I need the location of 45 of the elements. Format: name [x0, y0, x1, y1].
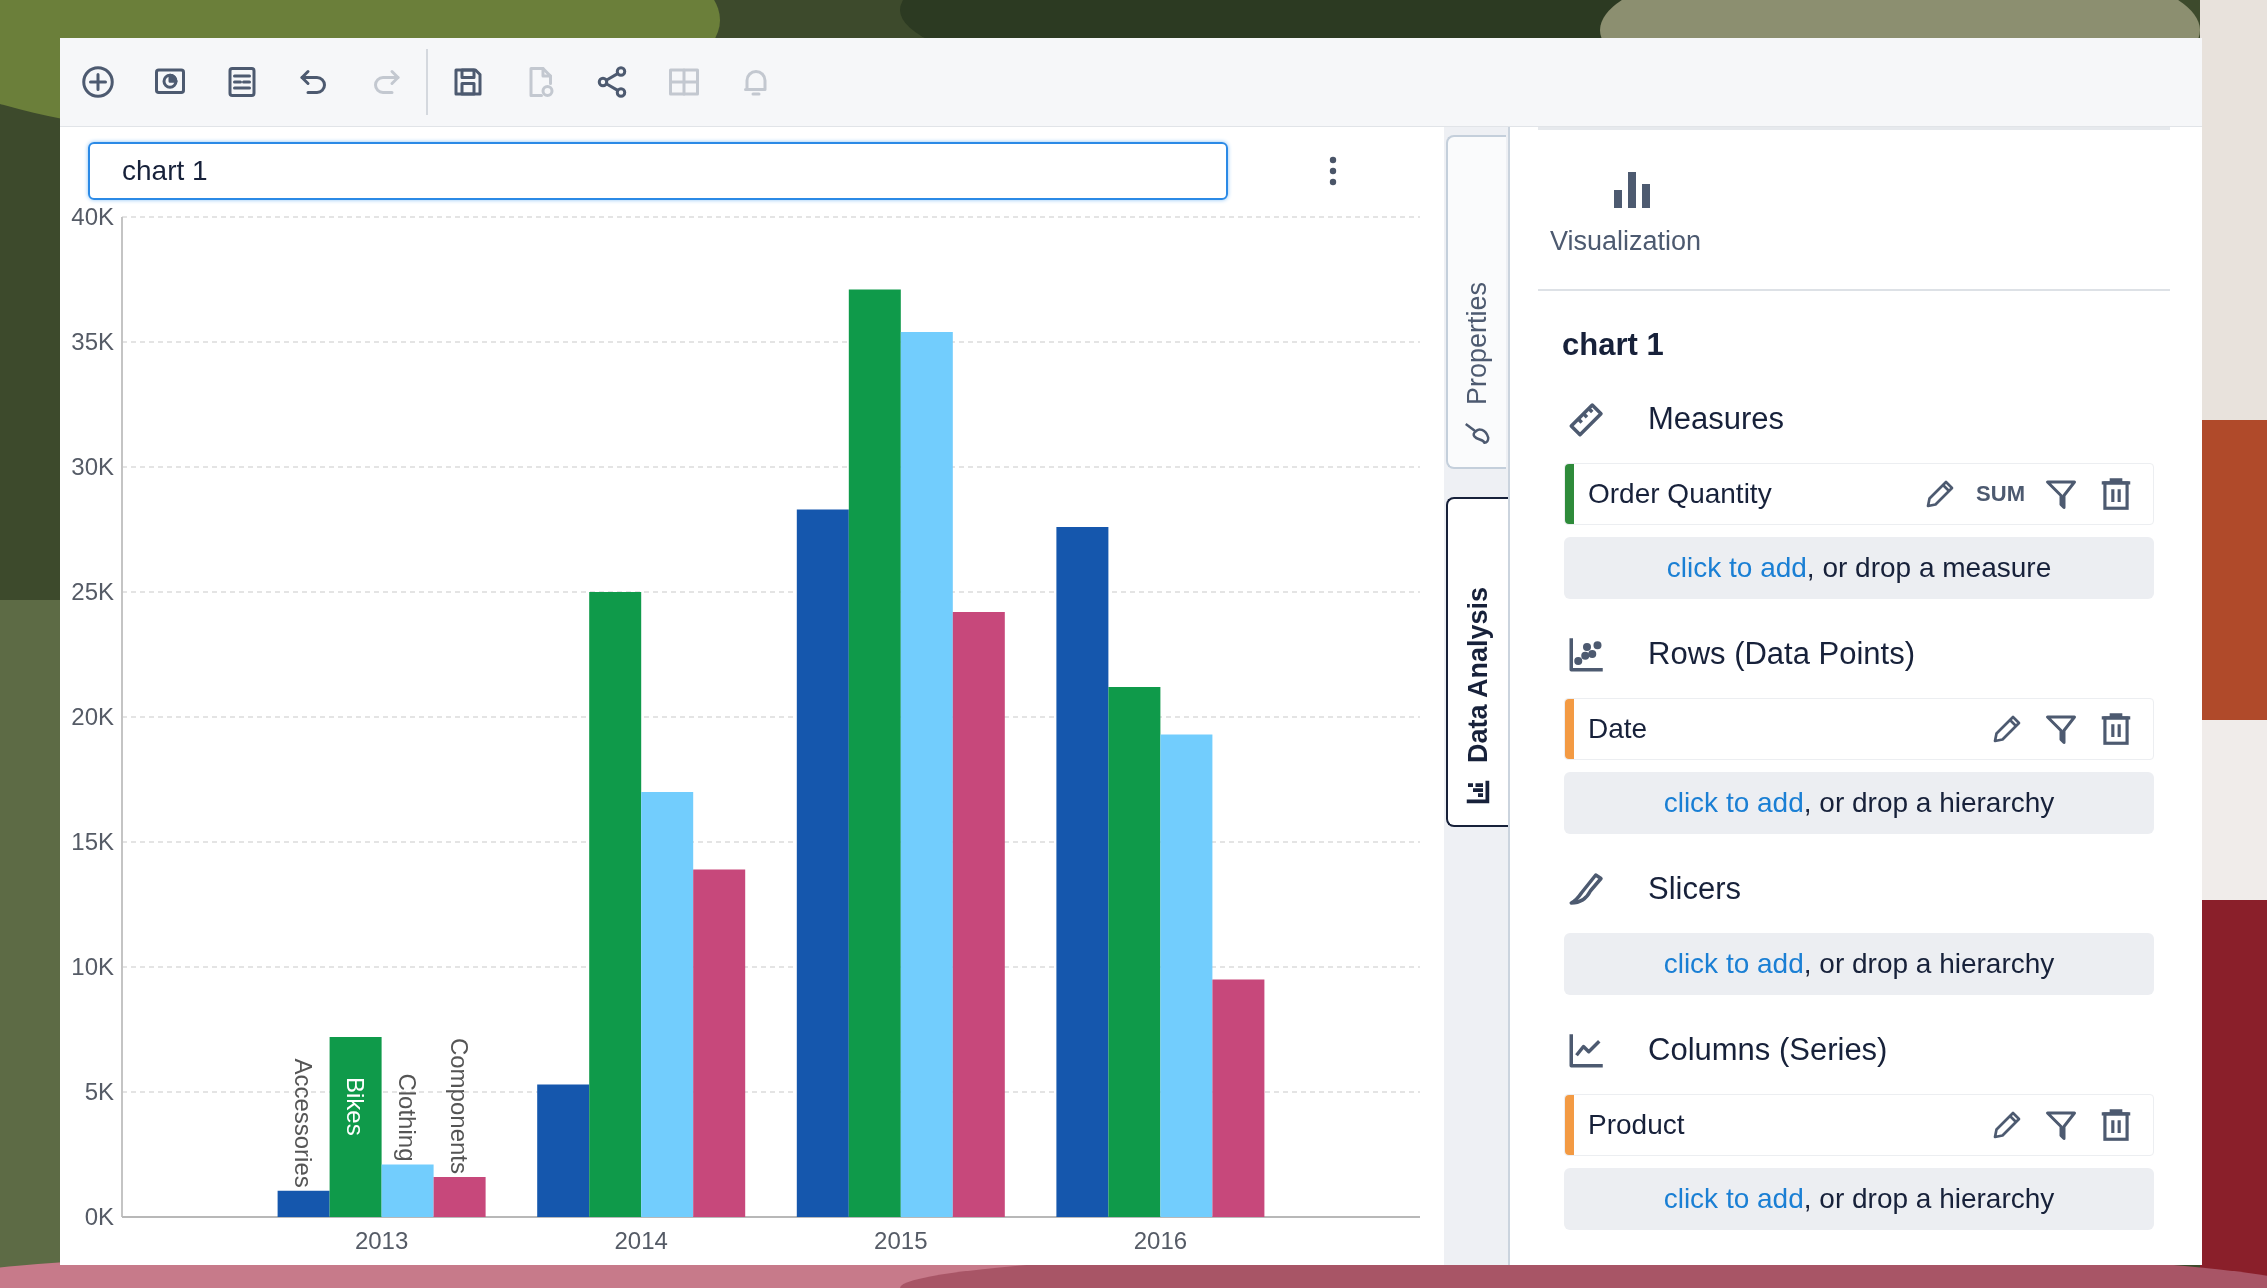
field-item[interactable]: Order Quantity SUM: [1564, 463, 2154, 525]
section-title: Rows (Data Points): [1648, 636, 1916, 672]
y-tick-label: 30K: [71, 453, 114, 480]
field-name: Date: [1588, 713, 1649, 745]
y-tick-label: 15K: [71, 828, 114, 855]
drop-zone[interactable]: click to add, or drop a hierarchy: [1564, 1168, 2154, 1230]
chart-name: chart 1: [1562, 327, 1665, 363]
field-item[interactable]: Date: [1564, 698, 2154, 760]
side-tab[interactable]: Data Analysis: [1446, 497, 1508, 827]
series-label: Bikes: [341, 1077, 369, 1136]
section-title: Slicers: [1648, 871, 1741, 907]
add-link[interactable]: click to add: [1663, 787, 1804, 819]
y-tick-label: 40K: [71, 203, 114, 230]
y-tick-label: 10K: [71, 953, 114, 980]
add-icon[interactable]: [80, 64, 116, 100]
field-name: Product: [1588, 1109, 1686, 1141]
series-label: Clothing: [393, 1073, 421, 1162]
title-field[interactable]: chart 1: [88, 142, 1228, 200]
series-label: Accessories: [289, 1058, 317, 1188]
add-link[interactable]: click to add: [1663, 948, 1804, 980]
aggregation-button[interactable]: SUM: [1976, 481, 2025, 507]
x-tick-label: 2014: [614, 1227, 668, 1254]
x-tick-label: 2016: [1133, 1227, 1188, 1254]
bar-chart-icon[interactable]: [1612, 170, 1652, 210]
add-link[interactable]: click to add: [1663, 1183, 1804, 1215]
add-link[interactable]: click to add: [1666, 552, 1807, 584]
y-tick-label: 20K: [71, 703, 114, 730]
section-title: Columns (Series): [1648, 1032, 1888, 1068]
bar: [433, 1177, 486, 1217]
more-icon[interactable]: [1328, 156, 1338, 186]
drop-zone[interactable]: click to add, or drop a measure: [1564, 537, 2154, 599]
y-tick-label: 25K: [71, 578, 114, 605]
field-name: Order Quantity: [1588, 478, 1773, 510]
series-label: Components: [445, 1037, 473, 1174]
drop-zone[interactable]: click to add, or drop a hierarchy: [1564, 933, 2154, 995]
x-tick-label: 2013: [354, 1227, 409, 1254]
visualization-label[interactable]: Visualization: [1550, 226, 1702, 257]
drop-zone[interactable]: click to add, or drop a hierarchy: [1564, 772, 2154, 834]
side-tab[interactable]: Properties: [1446, 135, 1506, 469]
y-tick-label: 35K: [71, 328, 114, 355]
y-tick-label: 5K: [84, 1078, 114, 1105]
x-tick-label: 2015: [874, 1227, 928, 1254]
section-title: Measures: [1648, 401, 1785, 437]
field-item[interactable]: Product: [1564, 1094, 2154, 1156]
y-tick-label: 0K: [84, 1203, 114, 1230]
